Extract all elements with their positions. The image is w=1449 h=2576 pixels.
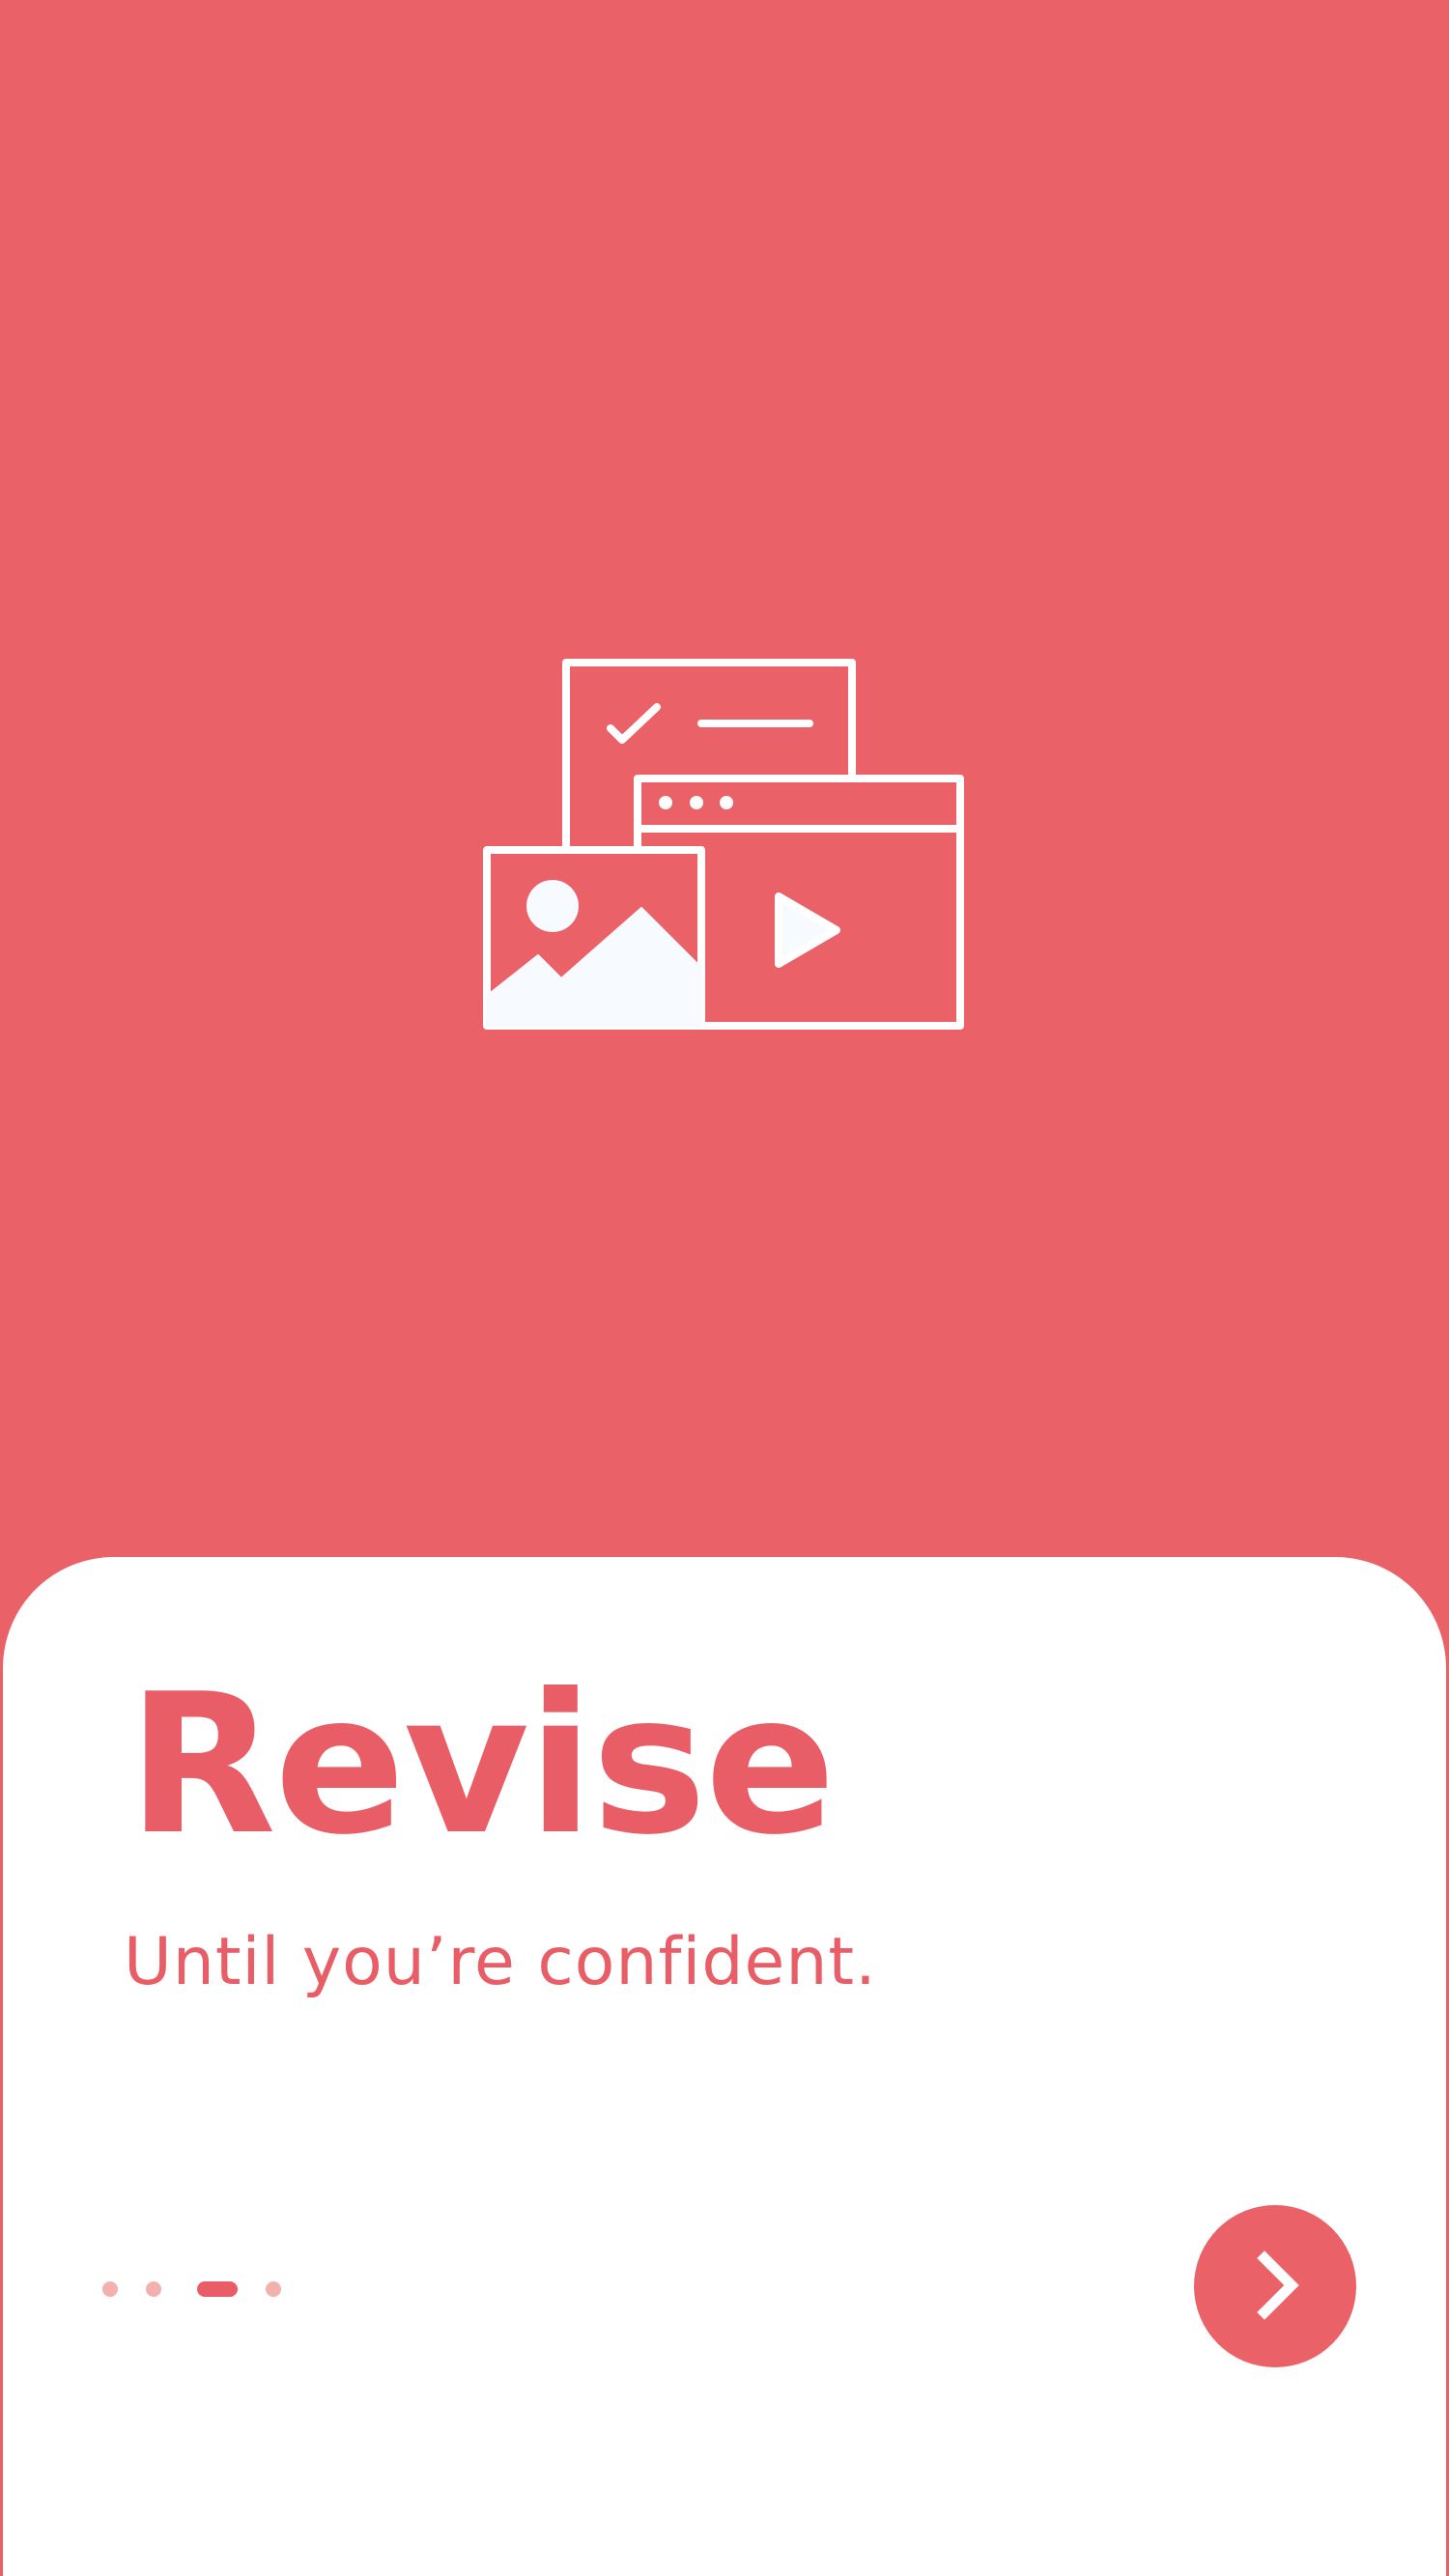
revision-materials-icon (483, 659, 964, 1030)
page-subtitle: Until you’re confident. (124, 1924, 877, 2000)
page-title: Revise (128, 1653, 836, 1878)
page-dot-2[interactable] (146, 2281, 161, 2297)
chevron-right-icon (1257, 2250, 1299, 2320)
page-dot-1[interactable] (102, 2281, 118, 2297)
page-dot-4[interactable] (266, 2281, 281, 2297)
page-dot-3-active[interactable] (197, 2281, 238, 2297)
hero-background (0, 0, 1449, 1557)
next-button[interactable] (1194, 2205, 1356, 2367)
